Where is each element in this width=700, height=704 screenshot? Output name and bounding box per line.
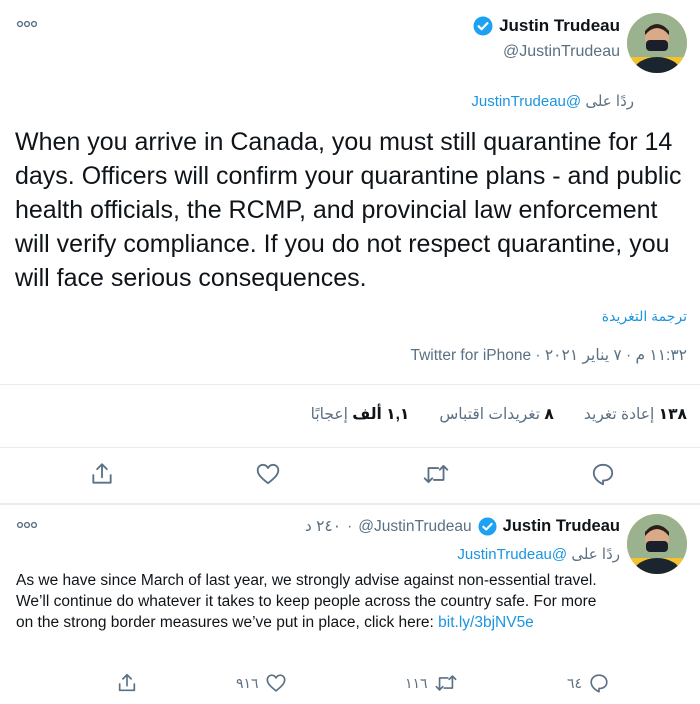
reply-replying-prefix: ردًا على xyxy=(571,546,620,563)
like-icon[interactable] xyxy=(265,672,287,694)
main-avatar[interactable] xyxy=(627,13,687,73)
quotes-count: ٨ xyxy=(544,406,554,423)
quotes-label: تغريدات اقتباس xyxy=(439,406,541,423)
more-icon[interactable] xyxy=(14,518,42,532)
retweets-label: إعادة تغريد xyxy=(583,406,655,423)
likes-label: إعجابًا xyxy=(310,406,348,423)
divider xyxy=(0,447,700,448)
main-timestamp[interactable]: ١١:٣٢ م · ٧ يناير ٢٠٢١ · Twitter for iPh… xyxy=(410,346,687,365)
reply-avatar[interactable] xyxy=(627,514,687,574)
reply-icon[interactable] xyxy=(590,461,616,487)
retweets-stat[interactable]: ١٣٨ إعادة تغريد xyxy=(584,405,687,424)
quotes-stat[interactable]: ٨ تغريدات اقتباس xyxy=(439,405,554,424)
share-icon[interactable] xyxy=(89,461,115,487)
reply-replying-to: ردًا على @JustinTrudeau xyxy=(457,545,620,563)
reply-author-handle[interactable]: @JustinTrudeau xyxy=(358,518,471,536)
reply-author-name[interactable]: Justin Trudeau xyxy=(503,517,620,536)
likes-stat[interactable]: ١,١ ألف إعجابًا xyxy=(311,405,410,424)
verified-badge-icon xyxy=(478,517,497,536)
main-replying-prefix: ردًا على xyxy=(585,93,634,110)
likes-count: ١,١ ألف xyxy=(352,406,410,423)
main-tweet-text: When you arrive in Canada, you must stil… xyxy=(15,128,682,292)
like-icon[interactable] xyxy=(255,461,281,487)
tweet-separator xyxy=(0,503,700,505)
reply-link[interactable]: bit.ly/3bjNV5e xyxy=(438,614,534,631)
main-replying-to: ردًا على @JustinTrudeau xyxy=(471,92,634,110)
reply-reply-count: ٦٤ xyxy=(567,674,583,691)
retweet-icon[interactable] xyxy=(434,672,458,694)
reply-retweet-action[interactable]: ١١٦ xyxy=(405,672,458,694)
reply-reply-action[interactable]: ٦٤ xyxy=(567,672,610,694)
dot-separator: · xyxy=(347,517,353,535)
reply-like-count: ٩١٦ xyxy=(236,674,259,691)
reply-replying-handle[interactable]: @JustinTrudeau xyxy=(457,546,567,563)
reply-like-action[interactable]: ٩١٦ xyxy=(236,672,287,694)
main-author-handle[interactable]: @JustinTrudeau xyxy=(503,43,620,61)
reply-retweet-count: ١١٦ xyxy=(405,674,428,691)
reply-time[interactable]: ٢٤٠ د xyxy=(305,517,341,536)
divider xyxy=(0,384,700,385)
retweet-icon[interactable] xyxy=(422,461,450,487)
main-author-name[interactable]: Justin Trudeau xyxy=(499,16,620,36)
retweets-count: ١٣٨ xyxy=(658,406,687,423)
reply-tweet-text: As we have since March of last year, we … xyxy=(16,570,616,633)
verified-badge-icon xyxy=(473,16,493,36)
main-replying-handle[interactable]: @JustinTrudeau xyxy=(471,93,581,110)
main-author-block[interactable]: Justin Trudeau xyxy=(473,16,620,36)
more-icon[interactable] xyxy=(14,17,42,31)
reply-icon[interactable] xyxy=(588,672,610,694)
reply-header: Justin Trudeau @JustinTrudeau · ٢٤٠ د xyxy=(305,517,620,536)
translate-link[interactable]: ترجمة التغريدة xyxy=(602,308,687,325)
main-stats: ١٣٨ إعادة تغريد ٨ تغريدات اقتباس ١,١ ألف… xyxy=(311,405,687,424)
share-icon[interactable] xyxy=(116,672,138,694)
